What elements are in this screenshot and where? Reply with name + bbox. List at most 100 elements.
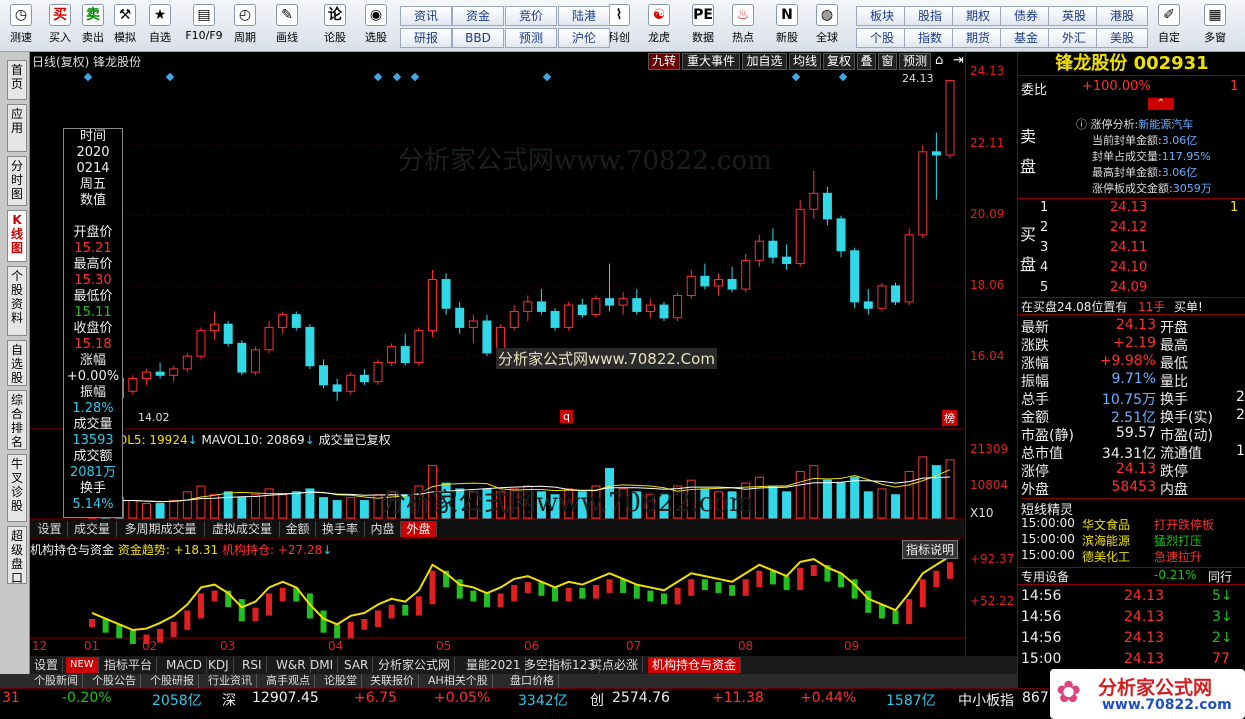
indicator-tab-0[interactable]: 设置 — [30, 657, 64, 673]
tick-volume: 5↓ — [1212, 588, 1233, 604]
volume-tab-7[interactable]: 外盘 — [401, 521, 437, 537]
toolbar-link-指数[interactable]: 指数 — [904, 28, 956, 48]
toolbar-button-0[interactable]: ◷ 测速 — [2, 2, 40, 50]
toolbar-button-8[interactable]: 论论股 — [316, 2, 354, 50]
toolbar-link-港股[interactable]: 港股 — [1096, 6, 1148, 26]
tag-q[interactable]: q — [560, 410, 573, 423]
volume-tab-4[interactable]: 金额 — [280, 521, 316, 537]
toolbar-button-7[interactable]: ✎ 画线 — [268, 2, 306, 50]
tick-row-3: 15:00 24.13 77 — [1018, 651, 1245, 669]
news-tab-8[interactable]: 盘口价格 — [506, 674, 559, 688]
tag-bang[interactable]: 榜 — [942, 410, 957, 426]
toolbar-link-基金[interactable]: 基金 — [1000, 28, 1052, 48]
chart-button-加自选[interactable]: 加自选 — [742, 53, 787, 70]
toolbar-button-11[interactable]: ☯ 龙虎 — [640, 2, 678, 50]
chart-button-预测[interactable]: 预测 — [899, 53, 931, 70]
left-tab-2[interactable]: 分时图 — [7, 156, 27, 206]
toolbar-button-14[interactable]: N 新股 — [768, 2, 806, 50]
indicator-tab-13[interactable]: 机构持仓与资金 — [648, 657, 742, 673]
toolbar-link-资金[interactable]: 资金 — [452, 6, 504, 26]
news-tab-5[interactable]: 论股堂 — [320, 674, 362, 688]
toolbar-button-13[interactable]: ♨ 热点 — [724, 2, 762, 50]
toolbar-button-6[interactable]: ◴ 周期 — [226, 2, 264, 50]
toolbar-link-美股[interactable]: 美股 — [1096, 28, 1148, 48]
left-tab-5[interactable]: 自选股 — [7, 340, 27, 386]
toolbar-link-股指[interactable]: 股指 — [904, 6, 956, 26]
toolbar-link-研报[interactable]: 研报 — [400, 28, 452, 48]
indicator-bar — [701, 579, 708, 591]
left-tab-3[interactable]: K线图 — [7, 210, 27, 262]
left-tab-0[interactable]: 首页 — [7, 60, 27, 100]
candle-body — [822, 192, 832, 220]
toolbar-link-个股[interactable]: 个股 — [856, 28, 908, 48]
chart-button-叠[interactable]: 叠 — [857, 53, 876, 70]
industry-row: 专用设备 -0.21% 同行 — [1018, 567, 1245, 585]
toolbar-button-9[interactable]: ◉ 选股 — [357, 2, 395, 50]
news-tab-2[interactable]: 个股研报 — [146, 674, 199, 688]
volume-tab-3[interactable]: 虚拟成交量 — [205, 521, 280, 537]
toolbar-link-竞价[interactable]: 竞价 — [505, 6, 557, 26]
indicator-tab-1[interactable]: NEW — [66, 657, 99, 673]
toolbar-button-15[interactable]: ◍ 全球 — [808, 2, 846, 50]
toolbar-button-label: 选股 — [365, 31, 387, 44]
indicator-tab-12[interactable]: 买点必涨 — [586, 657, 644, 673]
volume-bar — [196, 485, 206, 519]
chart-area[interactable]: 日线(复权) 锋龙股份 九转重大事件加自选均线复权叠窗预测⌂⇥▼ 分析家公式网w… — [30, 52, 977, 656]
volume-tab-6[interactable]: 内盘 — [365, 521, 401, 537]
volume-tab-5[interactable]: 换手率 — [316, 521, 365, 537]
chart-button-均线[interactable]: 均线 — [789, 53, 821, 70]
toolbar-link-陆港[interactable]: 陆港 — [558, 6, 610, 26]
month-label-2: 02 — [142, 639, 158, 653]
chart-button-重大事件[interactable]: 重大事件 — [682, 53, 740, 70]
toolbar-button-17[interactable]: ▦ 多窗 — [1196, 2, 1234, 50]
left-tab-8[interactable]: 超级盘口 — [7, 526, 27, 585]
news-tab-3[interactable]: 行业资讯 — [204, 674, 257, 688]
candle-body — [918, 151, 928, 236]
toolbar-link-沪伦[interactable]: 沪伦 — [558, 28, 610, 48]
indicator-tab-3[interactable]: MACD — [162, 657, 207, 673]
left-tab-4[interactable]: 个股资料 — [7, 266, 27, 336]
indicator-tab-9[interactable]: 分析家公式网 — [374, 657, 456, 673]
toolbar-link-预测[interactable]: 预测 — [505, 28, 557, 48]
news-tab-0[interactable]: 个股新闻 — [30, 674, 83, 688]
toolbar-button-5[interactable]: ▤ F10/F9 — [185, 2, 223, 50]
indicator-help-button[interactable]: 指标说明 — [902, 540, 959, 559]
indicator-tab-8[interactable]: SAR — [340, 657, 374, 673]
indicator-tab-6[interactable]: W&R — [272, 657, 311, 673]
indicator-tab-5[interactable]: RSI — [238, 657, 267, 673]
indicator-tab-2[interactable]: 指标平台 — [100, 657, 158, 673]
left-tab-7[interactable]: 牛叉诊股 — [7, 454, 27, 522]
collapse-icon[interactable]: ⌃ — [1148, 98, 1174, 110]
toolbar-button-4[interactable]: ★ 自选 — [141, 2, 179, 50]
toolbar-button-12[interactable]: PE 数据 — [684, 2, 722, 50]
indicator-tab-10[interactable]: 量能2021 — [462, 657, 526, 673]
toolbar-button-3[interactable]: ⚒ 模拟 — [106, 2, 144, 50]
indicator-tab-4[interactable]: KDJ — [204, 657, 234, 673]
news-tab-6[interactable]: 关联报价 — [366, 674, 419, 688]
status-a: 31 — [2, 690, 20, 706]
toolbar-link-英股[interactable]: 英股 — [1048, 6, 1100, 26]
indicator-tab-7[interactable]: DMI — [306, 657, 339, 673]
volume-tab-0[interactable]: 设置 — [32, 521, 68, 537]
sprite-event: 打开跌停板 — [1154, 518, 1215, 532]
lock-icon[interactable]: ⌂ — [935, 53, 943, 68]
volume-tab-2[interactable]: 多周期成交量 — [117, 521, 205, 537]
toolbar-link-期权[interactable]: 期权 — [952, 6, 1004, 26]
news-tab-1[interactable]: 个股公告 — [88, 674, 141, 688]
skip-end-icon[interactable]: ⇥ — [953, 53, 964, 68]
news-tab-7[interactable]: AH相关个股 — [424, 674, 493, 688]
toolbar-link-板块[interactable]: 板块 — [856, 6, 908, 26]
chart-button-复权[interactable]: 复权 — [823, 53, 855, 70]
left-tab-1[interactable]: 应用 — [7, 104, 27, 152]
toolbar-link-BBD[interactable]: BBD — [452, 28, 504, 48]
toolbar-link-资讯[interactable]: 资讯 — [400, 6, 452, 26]
toolbar-link-债券[interactable]: 债券 — [1000, 6, 1052, 26]
news-tab-4[interactable]: 高手观点 — [262, 674, 315, 688]
volume-tab-1[interactable]: 成交量 — [68, 521, 117, 537]
toolbar-link-期货[interactable]: 期货 — [952, 28, 1004, 48]
chart-button-窗[interactable]: 窗 — [878, 53, 897, 70]
toolbar-link-外汇[interactable]: 外汇 — [1048, 28, 1100, 48]
toolbar-button-16[interactable]: ✐ 自定 — [1150, 2, 1188, 50]
chart-button-九转[interactable]: 九转 — [648, 53, 680, 70]
left-tab-6[interactable]: 综合排名 — [7, 390, 27, 450]
